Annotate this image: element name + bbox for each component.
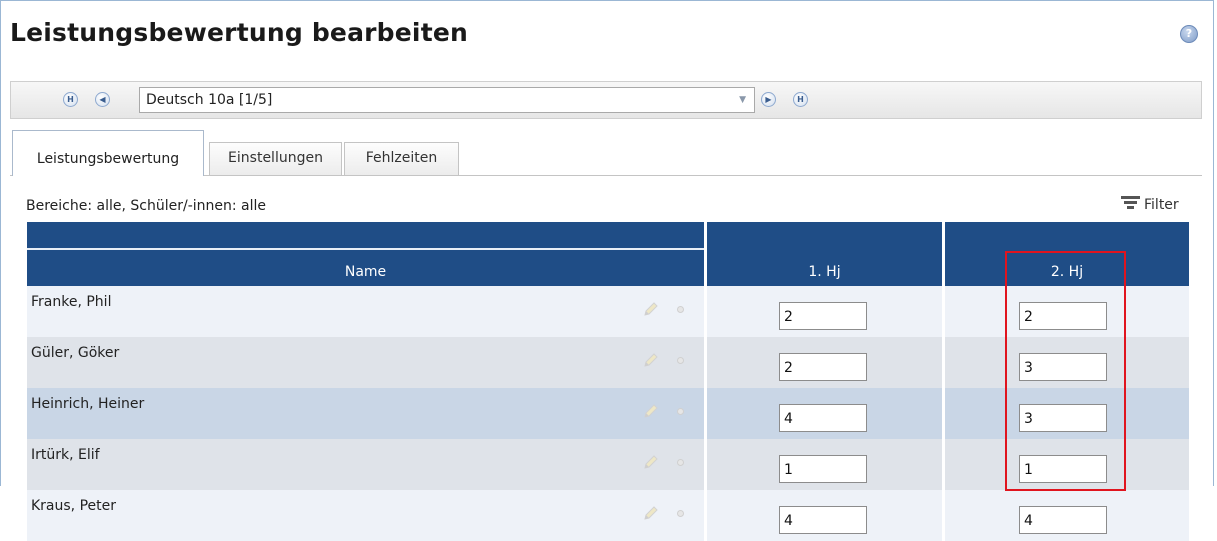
next-record-icon[interactable]: ▶ (761, 92, 776, 107)
last-record-icon[interactable]: H (793, 92, 808, 107)
edit-pencil-icon[interactable] (642, 504, 660, 522)
grade-input-h2[interactable]: 2 (1019, 301, 1107, 330)
grade-input-h1[interactable]: 2 (779, 352, 867, 381)
student-name-cell: Irtürk, Elif (27, 439, 706, 490)
grade-cell-h2: 2 (942, 286, 1189, 337)
grade-input-h1[interactable]: 4 (779, 505, 867, 534)
status-dot-icon (677, 459, 684, 466)
help-icon[interactable]: ? (1180, 25, 1198, 43)
grade-input-h2[interactable]: 1 (1019, 454, 1107, 483)
filter-label: Filter (1144, 197, 1179, 213)
table-row: Kraus, Peter 4 4 (27, 490, 1189, 541)
tab-leistungsbewertung[interactable]: Leistungsbewertung (12, 130, 204, 176)
grade-cell-h1: 4 (704, 388, 944, 439)
first-record-icon[interactable]: H (63, 92, 78, 107)
column-header-h2[interactable]: 2. Hj (942, 222, 1189, 286)
grade-cell-h1: 4 (704, 490, 944, 541)
status-dot-icon (677, 510, 684, 517)
edit-pencil-icon[interactable] (642, 351, 660, 369)
grade-cell-h2: 1 (942, 439, 1189, 490)
grade-cell-h2: 3 (942, 388, 1189, 439)
page-title: Leistungsbewertung bearbeiten (10, 18, 469, 47)
tab-fehlzeiten[interactable]: Fehlzeiten (344, 142, 459, 175)
previous-record-icon[interactable]: ◀ (95, 92, 110, 107)
grade-input-h1[interactable]: 1 (779, 454, 867, 483)
grade-input-h1[interactable]: 4 (779, 403, 867, 432)
edit-pencil-icon[interactable] (642, 300, 660, 318)
grade-cell-h2: 4 (942, 490, 1189, 541)
table-row: Güler, Göker 2 3 (27, 337, 1189, 388)
grade-input-h2[interactable]: 3 (1019, 352, 1107, 381)
tab-einstellungen[interactable]: Einstellungen (209, 142, 342, 175)
grade-input-h1[interactable]: 2 (779, 301, 867, 330)
course-select-value: Deutsch 10a [1/5] (146, 92, 273, 108)
status-dot-icon (677, 306, 684, 313)
table-row: Heinrich, Heiner 4 3 (27, 388, 1189, 439)
student-name: Kraus, Peter (31, 498, 116, 514)
status-dot-icon (677, 408, 684, 415)
grade-cell-h1: 2 (704, 286, 944, 337)
dropdown-arrow-icon[interactable]: ▼ (739, 88, 746, 112)
student-name: Güler, Göker (31, 345, 120, 361)
column-header-h1[interactable]: 1. Hj (704, 222, 944, 286)
status-dot-icon (677, 357, 684, 364)
table-row: Irtürk, Elif 1 1 (27, 439, 1189, 490)
filter-summary: Bereiche: alle, Schüler/-innen: alle (26, 198, 267, 214)
grade-input-h2[interactable]: 3 (1019, 403, 1107, 432)
record-navigator: H ◀ Deutsch 10a [1/5] ▼ ▶ H (10, 81, 1202, 119)
student-name: Irtürk, Elif (31, 447, 100, 463)
column-header-name[interactable]: Name (27, 222, 706, 286)
student-name-cell: Güler, Göker (27, 337, 706, 388)
grades-table: Name 1. Hj 2. Hj Franke, Phil 2 2 Güler,… (27, 222, 1189, 541)
course-select[interactable]: Deutsch 10a [1/5] ▼ (139, 87, 755, 113)
grade-cell-h1: 1 (704, 439, 944, 490)
edit-pencil-icon[interactable] (642, 453, 660, 471)
grade-input-h2[interactable]: 4 (1019, 505, 1107, 534)
student-name: Franke, Phil (31, 294, 112, 310)
filter-button[interactable]: Filter (1121, 196, 1179, 213)
student-name-cell: Franke, Phil (27, 286, 706, 337)
table-row: Franke, Phil 2 2 (27, 286, 1189, 337)
grade-cell-h1: 2 (704, 337, 944, 388)
grade-cell-h2: 3 (942, 337, 1189, 388)
student-name: Heinrich, Heiner (31, 396, 145, 412)
student-name-cell: Heinrich, Heiner (27, 388, 706, 439)
edit-pencil-icon[interactable] (642, 402, 660, 420)
student-name-cell: Kraus, Peter (27, 490, 706, 541)
filter-icon (1121, 196, 1140, 211)
